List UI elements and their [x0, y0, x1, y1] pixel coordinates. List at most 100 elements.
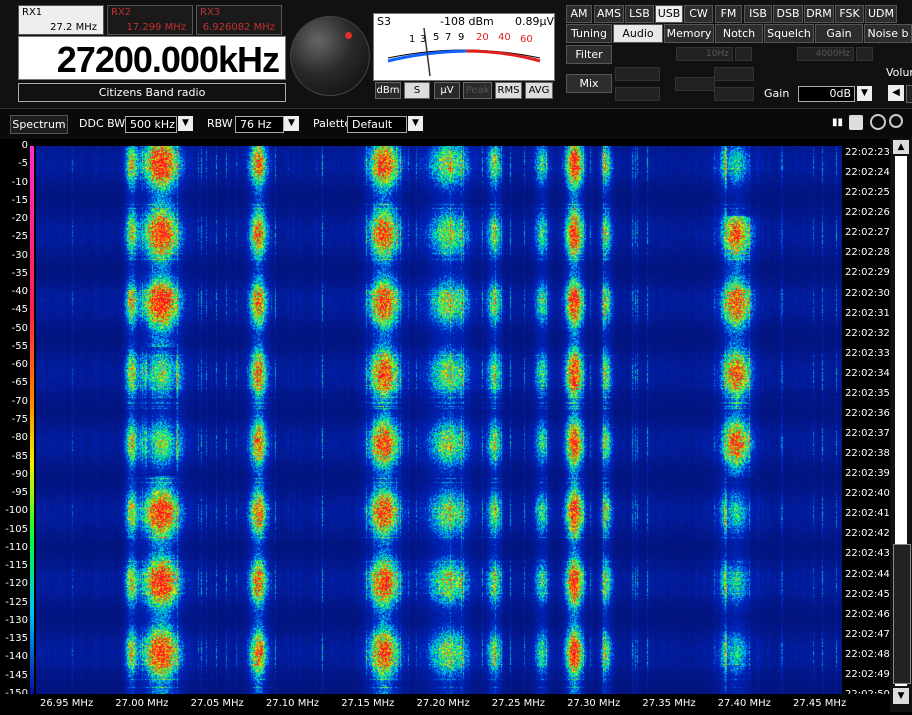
time-tick-label: 22:02:37 — [845, 428, 890, 440]
tab-squelch[interactable]: Squelch — [764, 24, 814, 43]
zoom-in-icon[interactable] — [870, 114, 886, 130]
level-tick-label: -105 — [5, 523, 28, 535]
s-units-button[interactable]: S — [404, 82, 430, 99]
frequency-tick-label: 27.45 MHz — [793, 698, 847, 709]
ddc-bw-dropdown-icon[interactable]: ▼ — [178, 116, 193, 131]
tab-tuning[interactable]: Tuning — [566, 24, 612, 43]
time-tick-label: 22:02:23 — [845, 147, 890, 158]
frequency-tick-label: 27.15 MHz — [341, 698, 395, 709]
zoom-out-icon[interactable] — [889, 114, 903, 128]
rbw-dropdown-icon[interactable]: ▼ — [284, 116, 299, 131]
rx3-label: RX3 — [200, 7, 221, 18]
rx2-freq: 17.299 MHz — [126, 22, 186, 33]
frequency-tick-label: 27.10 MHz — [265, 698, 320, 709]
level-tick-label: -135 — [5, 633, 28, 645]
scale-60: 60 — [520, 34, 533, 45]
tab-memory[interactable]: Memory — [664, 24, 714, 43]
mode-fm[interactable]: FM — [715, 5, 742, 23]
mode-isb[interactable]: ISB — [744, 5, 772, 23]
filter-button[interactable]: Filter — [566, 45, 612, 64]
volume-left-icon[interactable]: ◀ — [888, 85, 904, 101]
scale-1: 1 — [409, 34, 416, 45]
mix-option-2[interactable] — [615, 87, 660, 101]
rx1-freq: 27.2 MHz — [50, 22, 97, 33]
mix-option-5[interactable] — [714, 87, 754, 101]
waterfall-canvas[interactable] — [36, 146, 842, 694]
mode-fsk[interactable]: FSK — [835, 5, 864, 23]
rms-button[interactable]: RMS — [495, 82, 522, 99]
frequency-tick-label: 26.95 MHz — [40, 698, 94, 709]
time-tick-label: 22:02:39 — [845, 468, 890, 480]
time-tick-label: 22:02:36 — [845, 407, 890, 419]
rx3-tab[interactable]: RX3 6.926082 MHz — [196, 5, 282, 35]
avg-button[interactable]: AVG — [525, 82, 553, 99]
gain-dropdown-icon[interactable]: ▼ — [857, 86, 872, 101]
time-tick-label: 22:02:49 — [845, 668, 890, 680]
frequency-tick-label: 27.35 MHz — [642, 698, 696, 709]
scroll-down-icon[interactable]: ▼ — [893, 688, 909, 704]
spectrum-view-button[interactable]: Spectrum — [10, 115, 68, 134]
frequency-tick-label: 27.00 MHz — [115, 698, 169, 709]
volume-slider[interactable] — [906, 85, 912, 103]
waterfall-display[interactable] — [36, 146, 842, 694]
palette-dropdown-icon[interactable]: ▼ — [408, 116, 423, 131]
mode-lsb[interactable]: LSB — [625, 5, 654, 23]
mix-option-4[interactable] — [714, 67, 754, 81]
rx1-tab[interactable]: RX1 27.2 MHz — [18, 5, 104, 35]
level-tick-label: -40 — [11, 286, 28, 298]
rbw-select[interactable]: 76 Hz — [235, 116, 284, 133]
level-tick-label: -50 — [11, 322, 28, 334]
mode-dsb[interactable]: DSB — [773, 5, 803, 23]
frequency-display[interactable]: 27200.000kHz — [18, 36, 286, 80]
gain-field[interactable]: 0dB — [798, 86, 855, 102]
mode-cw[interactable]: CW — [684, 5, 713, 23]
time-tick-label: 22:02:27 — [845, 227, 890, 239]
pause-icon[interactable]: ▮▮ — [832, 117, 843, 129]
time-tick-label: 22:02:35 — [845, 387, 890, 399]
level-tick-label: -60 — [11, 359, 28, 371]
scale-5: 5 — [433, 32, 440, 43]
scale-3: 3 — [420, 34, 427, 45]
filter-high-spinner[interactable] — [856, 47, 873, 61]
ddc-bw-select[interactable]: 500 kHz — [125, 116, 177, 133]
tab-noise-blanker[interactable]: Noise b — [864, 24, 912, 43]
mode-am[interactable]: AM — [566, 5, 592, 23]
filter-high-field[interactable]: 4000Hz — [797, 47, 854, 61]
filter-low-field[interactable]: 10Hz — [676, 47, 733, 61]
frequency-tick-label: 27.25 MHz — [491, 698, 545, 709]
level-tick-label: -30 — [11, 249, 28, 261]
level-tick-label: -55 — [11, 340, 28, 352]
mix-option-1[interactable] — [615, 67, 660, 81]
time-tick-label: 22:02:41 — [845, 508, 890, 520]
mode-ams[interactable]: AMS — [594, 5, 624, 23]
scrollbar-thumb[interactable] — [893, 544, 911, 684]
time-tick-label: 22:02:46 — [845, 608, 890, 620]
tab-gain[interactable]: Gain — [815, 24, 863, 43]
tab-notch[interactable]: Notch — [715, 24, 763, 43]
uv-button[interactable]: µV — [434, 82, 460, 99]
scale-40: 40 — [498, 32, 511, 43]
time-tick-label: 22:02:32 — [845, 327, 890, 339]
mode-udm[interactable]: UDM — [865, 5, 897, 23]
time-tick-label: 22:02:28 — [845, 247, 890, 259]
level-tick-label: -20 — [11, 213, 28, 225]
rx2-tab[interactable]: RX2 17.299 MHz — [107, 5, 193, 35]
palette-select[interactable]: Default — [347, 116, 407, 133]
tab-audio[interactable]: Audio — [613, 24, 663, 43]
waterfall-scrollbar[interactable]: ▲ ▼ — [890, 138, 912, 712]
dbm-button[interactable]: dBm — [375, 82, 401, 99]
level-tick-label: -120 — [5, 578, 28, 590]
mix-button[interactable]: Mix — [566, 74, 612, 93]
filter-low-spinner[interactable] — [735, 47, 752, 61]
mode-usb[interactable]: USB — [655, 5, 683, 23]
save-icon[interactable] — [849, 115, 863, 130]
mix-option-3[interactable] — [675, 77, 715, 91]
tuning-knob[interactable] — [290, 16, 370, 96]
level-tick-label: -100 — [5, 505, 28, 517]
level-tick-label: -5 — [18, 158, 28, 170]
scale-7: 7 — [445, 32, 452, 43]
frequency-tick-label: 27.05 MHz — [190, 698, 244, 709]
scroll-up-icon[interactable]: ▲ — [893, 140, 909, 154]
peak-button[interactable]: Peak — [463, 82, 492, 99]
mode-drm[interactable]: DRM — [804, 5, 834, 23]
